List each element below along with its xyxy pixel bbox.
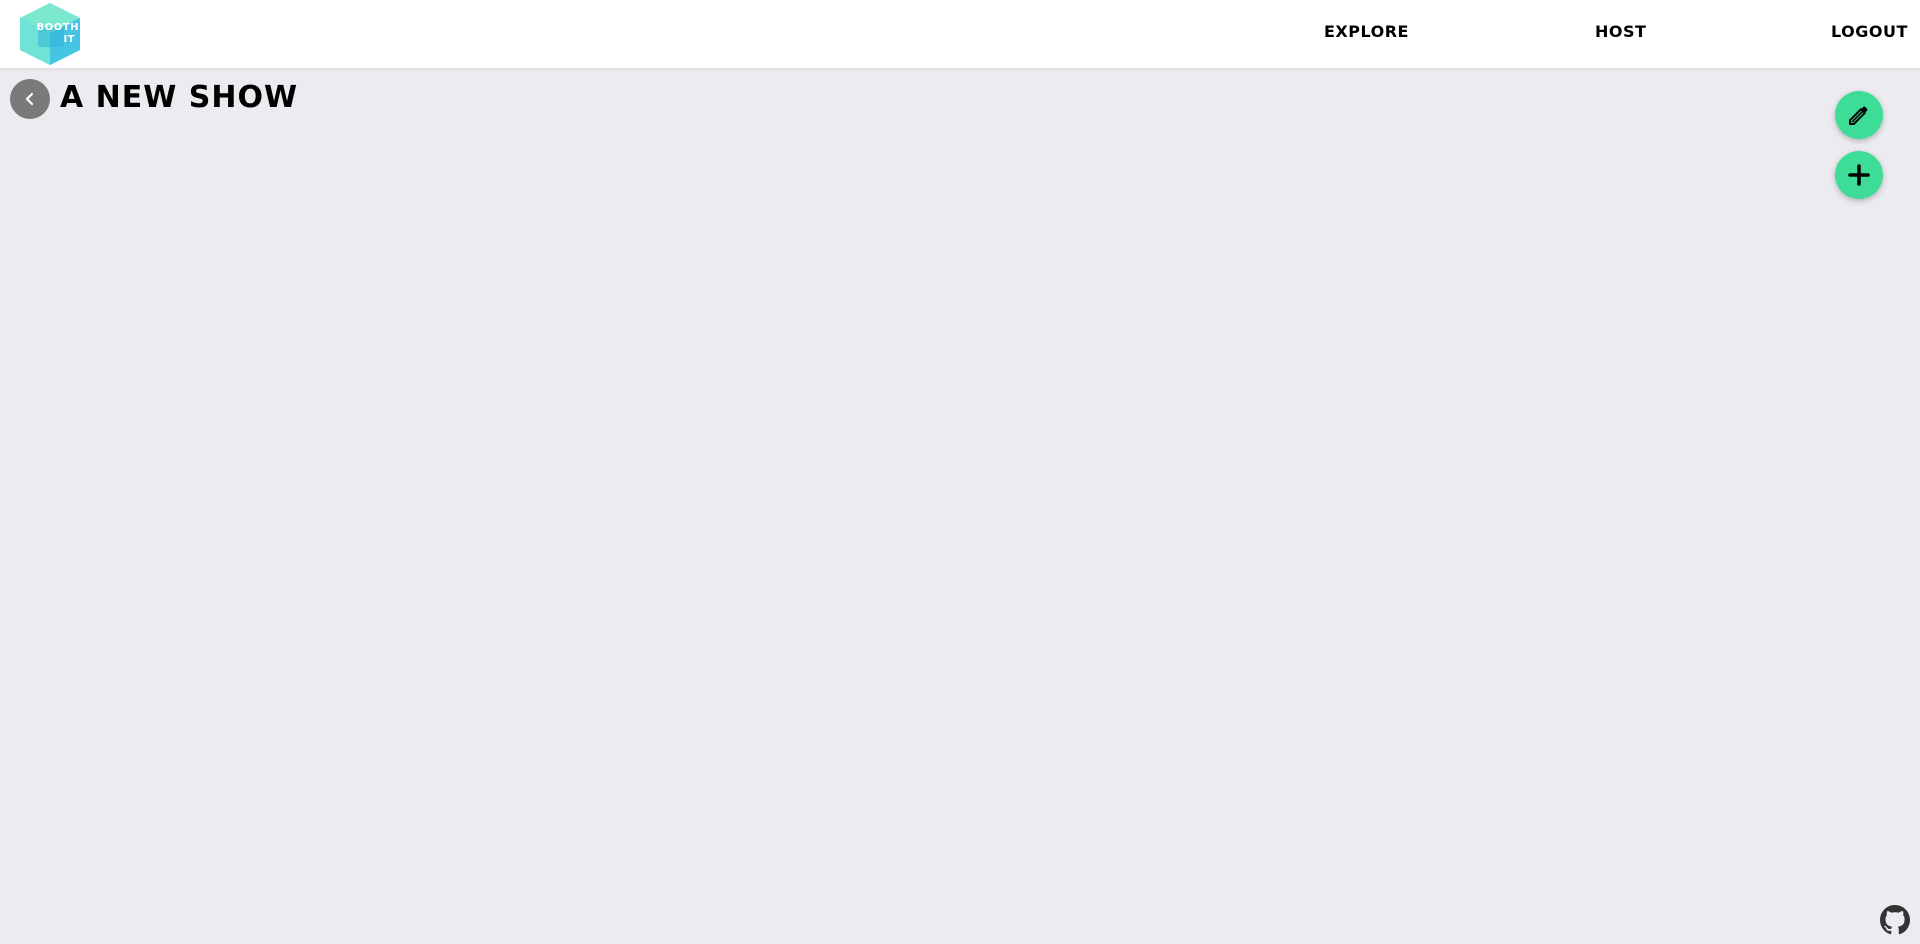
nav-host-link[interactable]: HOST — [1595, 22, 1646, 46]
nav-logout-link[interactable]: LOGOUT — [1831, 22, 1908, 46]
logo-line-1: BOOTH — [36, 22, 79, 33]
chevron-left-icon — [25, 92, 34, 106]
github-link[interactable] — [1880, 905, 1910, 935]
nav-explore-link[interactable]: EXPLORE — [1324, 22, 1409, 46]
booth-it-logo[interactable]: BOOTH IT — [18, 3, 82, 65]
page-title: A NEW SHOW — [60, 80, 299, 115]
logo-line-2: IT — [63, 34, 75, 45]
pencil-icon — [1849, 106, 1868, 125]
add-booth-button[interactable] — [1835, 151, 1883, 199]
logo-text: BOOTH IT — [18, 3, 82, 65]
back-button[interactable] — [10, 79, 50, 119]
edit-show-button[interactable] — [1835, 91, 1883, 139]
navbar: BOOTH IT EXPLORE HOST LOGOUT — [0, 0, 1920, 68]
github-icon — [1880, 905, 1910, 935]
plus-icon — [1848, 164, 1870, 186]
